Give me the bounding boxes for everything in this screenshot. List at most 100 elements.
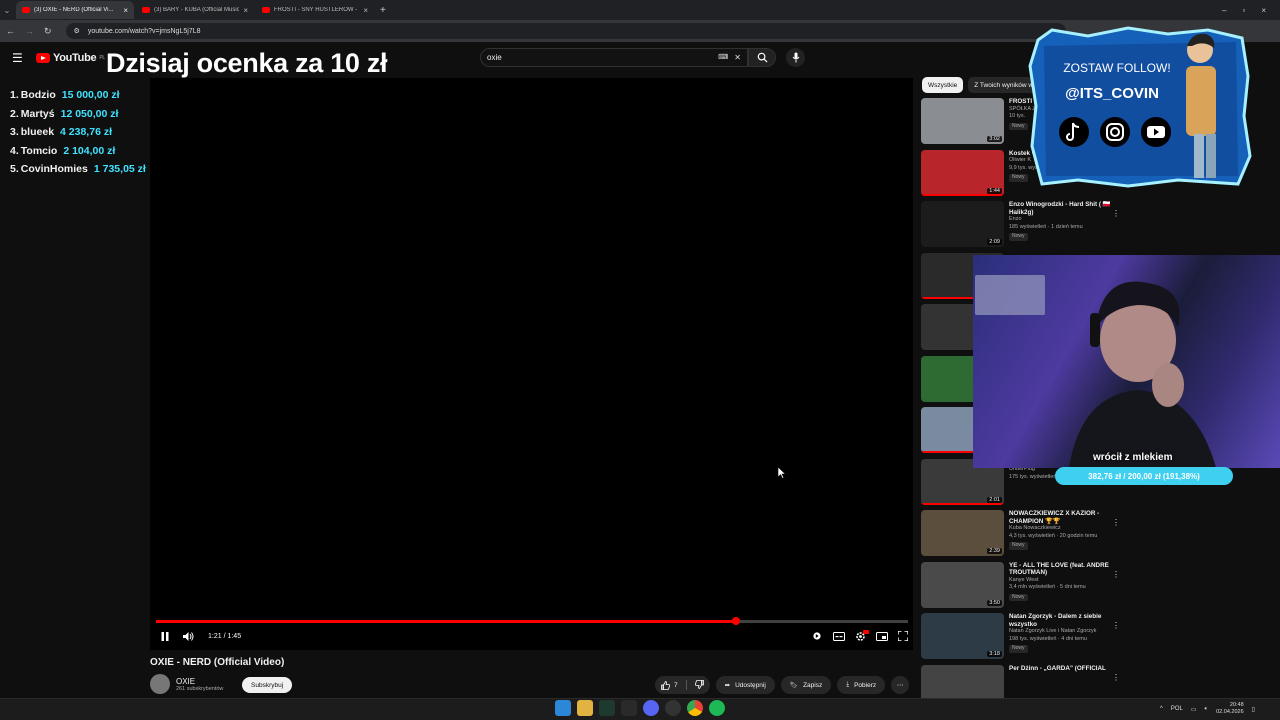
related-video-channel[interactable]: Enzo (1009, 216, 1119, 224)
voice-search-button[interactable] (786, 48, 805, 67)
discord-icon[interactable] (643, 700, 659, 716)
pause-button[interactable] (161, 631, 169, 641)
spotify-icon[interactable] (709, 700, 725, 716)
leaderboard-row: 1. Bodzio 15 000,00 zł (10, 86, 155, 105)
rank: 3. (10, 126, 19, 139)
more-options-icon[interactable]: ⋮ (1112, 570, 1120, 579)
menu-icon[interactable]: ☰ (12, 51, 23, 65)
follow-banner: ZOSTAW FOLLOW! @ITS_COVIN (1028, 26, 1252, 188)
new-tab-icon[interactable]: + (380, 5, 386, 16)
chevron-up-icon[interactable]: ^ (1160, 706, 1163, 712)
app-icon[interactable] (621, 700, 637, 716)
clock[interactable]: 20:48 02.04.2026 (1216, 702, 1244, 716)
subscribe-button[interactable]: Subskrybuj (242, 677, 293, 693)
donation-amount: 2 104,00 zł (63, 144, 116, 157)
more-options-icon[interactable]: ⋮ (1112, 209, 1120, 218)
search-button[interactable] (748, 48, 776, 67)
leaderboard-row: 4. Tomcio 2 104,00 zł (10, 142, 155, 161)
url-field[interactable]: ⚙ youtube.com/watch?v=jmsNgL5j7L8 (65, 23, 1066, 39)
dislike-button[interactable] (694, 679, 704, 691)
more-options-icon[interactable]: ⋮ (1112, 621, 1120, 630)
related-video-item[interactable]: 2:09 Enzo Winogrodzki - Hard Shit ( 🇵🇱 Ha… (921, 201, 1126, 253)
save-button[interactable]: 🔖︎ Zapisz (780, 676, 832, 694)
related-video-item[interactable]: 3:18 Natan Zgorzyk - Dalem z siebie wszys… (921, 613, 1126, 665)
more-actions-button[interactable]: ⋯ (891, 676, 910, 694)
video-player[interactable] (150, 78, 913, 650)
minimize-icon[interactable]: – (1222, 6, 1226, 15)
system-tray: ^ POL ▭ 🔈︎ 20:48 02.04.2026 ▯ (1160, 702, 1255, 716)
search-input[interactable]: oxie ⌨ ✕ (480, 48, 748, 67)
volume-button[interactable] (183, 631, 194, 641)
video-thumbnail[interactable]: 2:39 (921, 510, 1004, 556)
video-thumbnail[interactable]: 3:02 (921, 98, 1004, 144)
close-tab-icon[interactable]: × (123, 6, 128, 15)
related-video-channel[interactable]: Kuba Nowaczkiewicz (1009, 525, 1119, 533)
close-tab-icon[interactable]: × (243, 6, 248, 15)
video-duration: 3:02 (987, 136, 1002, 142)
settings-button[interactable] (855, 629, 869, 642)
search-icon (757, 52, 768, 63)
close-window-icon[interactable]: × (1261, 6, 1266, 15)
video-thumbnail[interactable]: 2:09 (921, 201, 1004, 247)
close-tab-icon[interactable]: × (363, 6, 368, 15)
back-icon[interactable]: ← (6, 26, 15, 36)
theater-mode-button[interactable] (876, 631, 888, 641)
leaderboard-row: 5. CovinHomies 1 735,05 zł (10, 160, 155, 179)
channel-avatar[interactable] (150, 674, 170, 694)
keyboard-icon[interactable]: ⌨ (718, 53, 728, 62)
fullscreen-button[interactable] (898, 631, 908, 641)
donation-amount: 12 050,00 zł (60, 107, 119, 120)
network-icon[interactable]: ▭ (1191, 706, 1197, 713)
youtube-logo[interactable]: YouTube PL (36, 52, 105, 64)
lang-indicator[interactable]: POL (1171, 706, 1183, 712)
app-icon[interactable] (599, 700, 615, 716)
subscriber-count: 261 subskrybentów (176, 685, 224, 692)
app-icon[interactable] (665, 700, 681, 716)
related-video-channel[interactable]: Natan Zgorzyk Live i Natan Zgorzyk (1009, 628, 1119, 636)
browser-tab-3[interactable]: FROSTI - SNY HUSTLERÓW - Yo... × (256, 1, 374, 19)
clear-search-icon[interactable]: ✕ (734, 53, 741, 62)
channel-name[interactable]: OXIE (176, 677, 223, 686)
reload-icon[interactable]: ↻ (44, 26, 52, 37)
maximize-icon[interactable]: ▫ (1242, 6, 1245, 15)
banner-handle: @ITS_COVIN (1065, 85, 1159, 102)
youtube-favicon-icon (22, 7, 30, 13)
related-video-item[interactable]: 2:39 NOWACZKIEWICZ X KAZIOR - CHAMPION 🏆🏆… (921, 510, 1126, 562)
related-video-title[interactable]: Natan Zgorzyk - Dalem z siebie wszystko (1009, 613, 1119, 628)
video-thumbnail[interactable]: 1:44 (921, 149, 1004, 196)
browser-tab-1[interactable]: (3) OXIE - NERD (Official Vi... × (16, 1, 134, 19)
related-video-title[interactable]: NOWACZKIEWICZ X KAZIOR - CHAMPION 🏆🏆 (1009, 510, 1119, 525)
related-video-title[interactable]: Per Dżinn - „GARDA” (OFFICIAL (1009, 665, 1119, 673)
browser-tab-2[interactable]: (3) BARY - KUBA (Official Music... × (136, 1, 254, 19)
tab-search-icon[interactable]: ⌄ (0, 6, 14, 15)
more-options-icon[interactable]: ⋮ (1112, 673, 1120, 682)
video-thumbnail[interactable]: 3:50 (921, 561, 1004, 608)
notifications-icon[interactable]: ▯ (1252, 706, 1255, 713)
more-options-icon[interactable]: ⋮ (1112, 518, 1120, 527)
file-explorer-icon[interactable] (577, 700, 593, 716)
related-video-title[interactable]: Enzo Winogrodzki - Hard Shit ( 🇵🇱 Halik2… (1009, 201, 1119, 216)
download-button[interactable]: ⤓ Pobierz (837, 676, 886, 694)
related-video-item[interactable]: 3:50 YE - ALL THE LOVE (feat. ANDRÉ TROUT… (921, 561, 1126, 614)
instagram-icon (1100, 117, 1130, 147)
share-button[interactable]: ➦ Udostępnij (715, 676, 775, 694)
progress-scrubber[interactable] (731, 617, 740, 625)
autoplay-toggle[interactable] (812, 632, 823, 640)
chrome-icon[interactable] (687, 700, 703, 716)
video-progress-bar[interactable] (156, 617, 908, 625)
start-icon[interactable] (555, 700, 571, 716)
speaker-icon[interactable]: 🔈︎ (1205, 706, 1209, 713)
chip-all[interactable]: Wszystkie (922, 77, 964, 93)
volume-icon (183, 631, 194, 641)
forward-icon[interactable]: → (25, 26, 34, 36)
video-thumbnail[interactable]: 3:18 (921, 613, 1004, 659)
related-video-channel[interactable]: Kanye West (1009, 577, 1119, 585)
related-video-meta: 3,4 mln wyświetleń · 5 dni temu (1009, 584, 1086, 590)
site-info-icon[interactable]: ⚙ (74, 27, 80, 35)
download-label: Pobierz (854, 681, 877, 689)
time-display: 1:21 / 1:45 (208, 632, 242, 640)
related-video-title[interactable]: YE - ALL THE LOVE (feat. ANDRÉ TROUTMAN) (1009, 562, 1119, 577)
subtitles-button[interactable] (833, 631, 845, 641)
like-dislike-group: 7 (655, 676, 710, 694)
like-button[interactable]: 7 (661, 680, 678, 690)
